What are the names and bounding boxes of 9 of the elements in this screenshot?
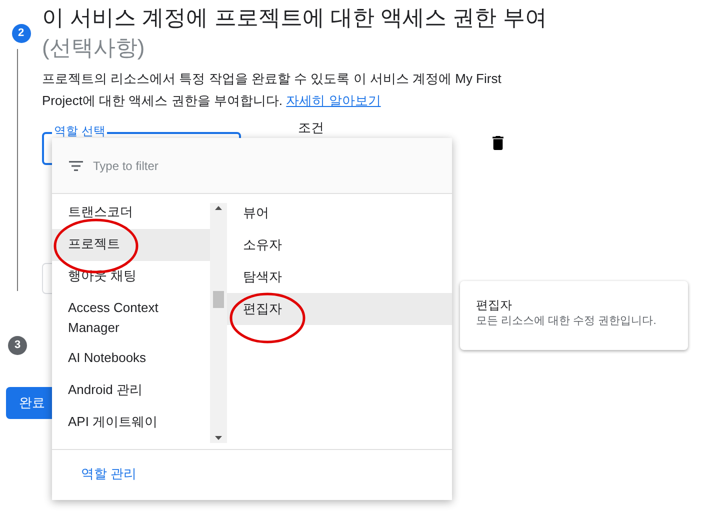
step-number: 3	[8, 336, 27, 355]
description: 프로젝트의 리소스에서 특정 작업을 완료할 수 있도록 이 서비스 계정에 My First Project에 대한 액세스 권한을 부여합니다. 자세히 알아보기	[42, 70, 502, 110]
optional-label: (선택사항)	[42, 34, 146, 62]
section-title: 이 서비스 계정에 프로젝트에 대한 액세스 권한 부여	[42, 4, 547, 32]
tooltip-title: 편집자	[476, 297, 513, 313]
step-number: 2	[12, 24, 30, 43]
condition-label: 조건	[298, 120, 324, 136]
field-label: 역할 선택	[52, 124, 108, 138]
tooltip-description: 모든 리소스에 대한 수정 권한입니다.	[476, 314, 658, 329]
